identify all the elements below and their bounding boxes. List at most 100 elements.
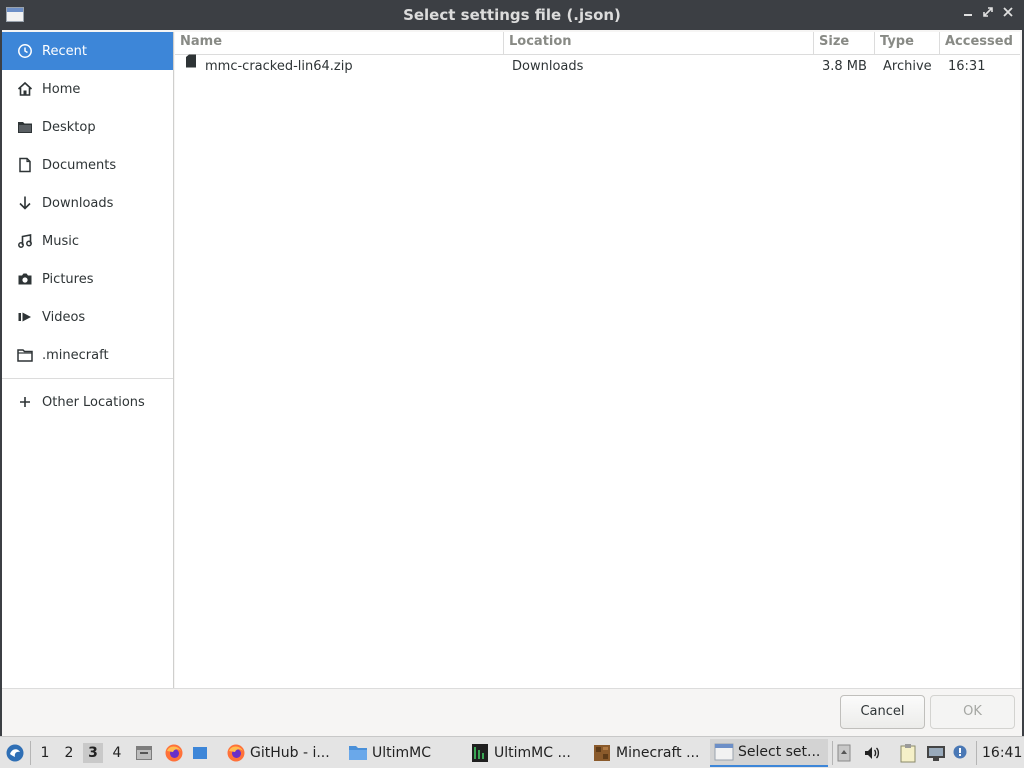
quicklaunch-firefox[interactable] xyxy=(164,743,184,763)
firefox-icon xyxy=(165,744,183,762)
task-ultimmc-folder[interactable]: UltimMC xyxy=(344,739,462,767)
sidebar-item-music[interactable]: Music xyxy=(2,222,173,260)
close-icon xyxy=(1003,7,1013,17)
ok-button[interactable]: OK xyxy=(930,695,1015,729)
firefox-icon xyxy=(226,743,246,763)
file-name-cell: mmc-cracked-lin64.zip xyxy=(179,53,504,79)
file-icon xyxy=(185,53,197,77)
window-icon xyxy=(714,742,734,762)
taskbar-clock[interactable]: 16:41 xyxy=(982,737,1022,768)
task-github[interactable]: GitHub - i... xyxy=(222,739,340,767)
file-name: mmc-cracked-lin64.zip xyxy=(205,59,353,74)
file-list[interactable]: Name Location Size Type Accessed mmc-cra… xyxy=(175,32,1020,688)
sidebar-item-label: Videos xyxy=(42,309,86,325)
taskbar-separator xyxy=(976,741,977,765)
taskbar-separator xyxy=(30,741,31,765)
taskbar-separator xyxy=(832,741,833,765)
network-icon xyxy=(927,746,945,761)
sidebar-item-home[interactable]: Home xyxy=(2,70,173,108)
tray-show-hidden[interactable] xyxy=(834,743,854,763)
folder-icon xyxy=(16,346,34,364)
column-header-type[interactable]: Type xyxy=(875,32,940,55)
window-titlebar[interactable]: Select settings file (.json) xyxy=(0,0,1024,30)
sidebar-item-desktop[interactable]: Desktop xyxy=(2,108,173,146)
clipboard-icon xyxy=(900,744,916,763)
start-menu-button[interactable] xyxy=(5,743,25,763)
sidebar-item-recent[interactable]: Recent xyxy=(2,32,173,70)
sidebar-item-videos[interactable]: Videos xyxy=(2,298,173,336)
task-label: UltimMC xyxy=(372,745,432,761)
desktop-switch-3[interactable]: 3 xyxy=(83,743,103,763)
column-header-location[interactable]: Location xyxy=(504,32,814,55)
folder-icon xyxy=(16,118,34,136)
document-icon xyxy=(16,156,34,174)
sidebar-item-label: Other Locations xyxy=(42,394,145,410)
task-label: Select set... xyxy=(738,744,821,760)
task-label: Minecraft ... xyxy=(616,745,700,761)
sidebar-item-other-locations[interactable]: Other Locations xyxy=(2,383,173,421)
sidebar-item-label: Home xyxy=(42,81,81,97)
sidebar-item-minecraft[interactable]: .minecraft xyxy=(2,336,173,374)
tray-network[interactable] xyxy=(926,743,946,763)
task-select-settings[interactable]: Select set... xyxy=(710,739,828,767)
volume-icon xyxy=(865,747,880,759)
desktop-switch-2[interactable]: 2 xyxy=(59,743,79,763)
tray-clipboard[interactable] xyxy=(898,743,918,763)
tray-notification[interactable] xyxy=(950,743,970,763)
recent-icon xyxy=(16,42,34,60)
sidebar-item-label: Downloads xyxy=(42,195,114,211)
column-header-accessed[interactable]: Accessed xyxy=(940,32,1020,55)
restore-icon xyxy=(983,7,993,17)
sidebar-separator xyxy=(2,378,173,379)
sidebar-item-label: Recent xyxy=(42,43,87,59)
window-title: Select settings file (.json) xyxy=(403,6,621,24)
close-button[interactable] xyxy=(1000,6,1016,22)
file-type: Archive xyxy=(883,59,932,74)
file-accessed: 16:31 xyxy=(948,59,986,74)
column-header-name[interactable]: Name xyxy=(175,32,504,55)
info-icon xyxy=(953,745,967,759)
folder-icon xyxy=(348,743,368,763)
download-arrow-icon xyxy=(16,194,34,212)
task-label: GitHub - i... xyxy=(250,745,330,761)
file-location: Downloads xyxy=(512,59,584,74)
sidebar-item-label: Pictures xyxy=(42,271,94,287)
task-label: UltimMC ... xyxy=(494,745,571,761)
places-sidebar: Recent Home Desktop Documents Downloads … xyxy=(2,32,174,688)
tray-arrow-icon xyxy=(837,744,851,762)
table-row[interactable]: mmc-cracked-lin64.zip Downloads 3.8 MB A… xyxy=(175,53,1020,79)
camera-icon xyxy=(16,270,34,288)
quicklaunch-file-manager[interactable] xyxy=(134,743,154,763)
video-icon xyxy=(16,308,34,326)
column-header-row: Name Location Size Type Accessed xyxy=(175,32,1020,55)
taskbar: 1 2 3 4 GitHub - i... UltimMC UltimMC ..… xyxy=(0,736,1024,768)
tray-volume[interactable] xyxy=(862,743,882,763)
sidebar-item-documents[interactable]: Documents xyxy=(2,146,173,184)
desktop-switch-1[interactable]: 1 xyxy=(35,743,55,763)
home-icon xyxy=(16,80,34,98)
minimize-icon xyxy=(964,14,972,16)
sidebar-item-label: .minecraft xyxy=(42,347,109,363)
music-icon xyxy=(16,232,34,250)
sidebar-item-downloads[interactable]: Downloads xyxy=(2,184,173,222)
sidebar-item-label: Desktop xyxy=(42,119,96,135)
file-manager-icon xyxy=(136,746,152,760)
column-header-size[interactable]: Size xyxy=(814,32,875,55)
quicklaunch-window[interactable] xyxy=(190,743,210,763)
dialog-action-bar: Cancel OK xyxy=(2,688,1022,736)
task-ultimmc-terminal[interactable]: UltimMC ... xyxy=(466,739,584,767)
sidebar-item-label: Documents xyxy=(42,157,117,173)
cancel-button[interactable]: Cancel xyxy=(840,695,925,729)
task-minecraft[interactable]: Minecraft ... xyxy=(588,739,706,767)
window-icon xyxy=(193,747,207,759)
desktop-switch-4[interactable]: 4 xyxy=(107,743,127,763)
terminal-icon xyxy=(470,743,490,763)
maximize-button[interactable] xyxy=(980,6,996,22)
lxqt-logo-icon xyxy=(6,744,24,762)
minecraft-icon xyxy=(592,743,612,763)
sidebar-item-label: Music xyxy=(42,233,79,249)
sidebar-item-pictures[interactable]: Pictures xyxy=(2,260,173,298)
plus-icon xyxy=(16,393,34,411)
file-size: 3.8 MB xyxy=(822,59,867,74)
minimize-button[interactable] xyxy=(960,6,976,22)
